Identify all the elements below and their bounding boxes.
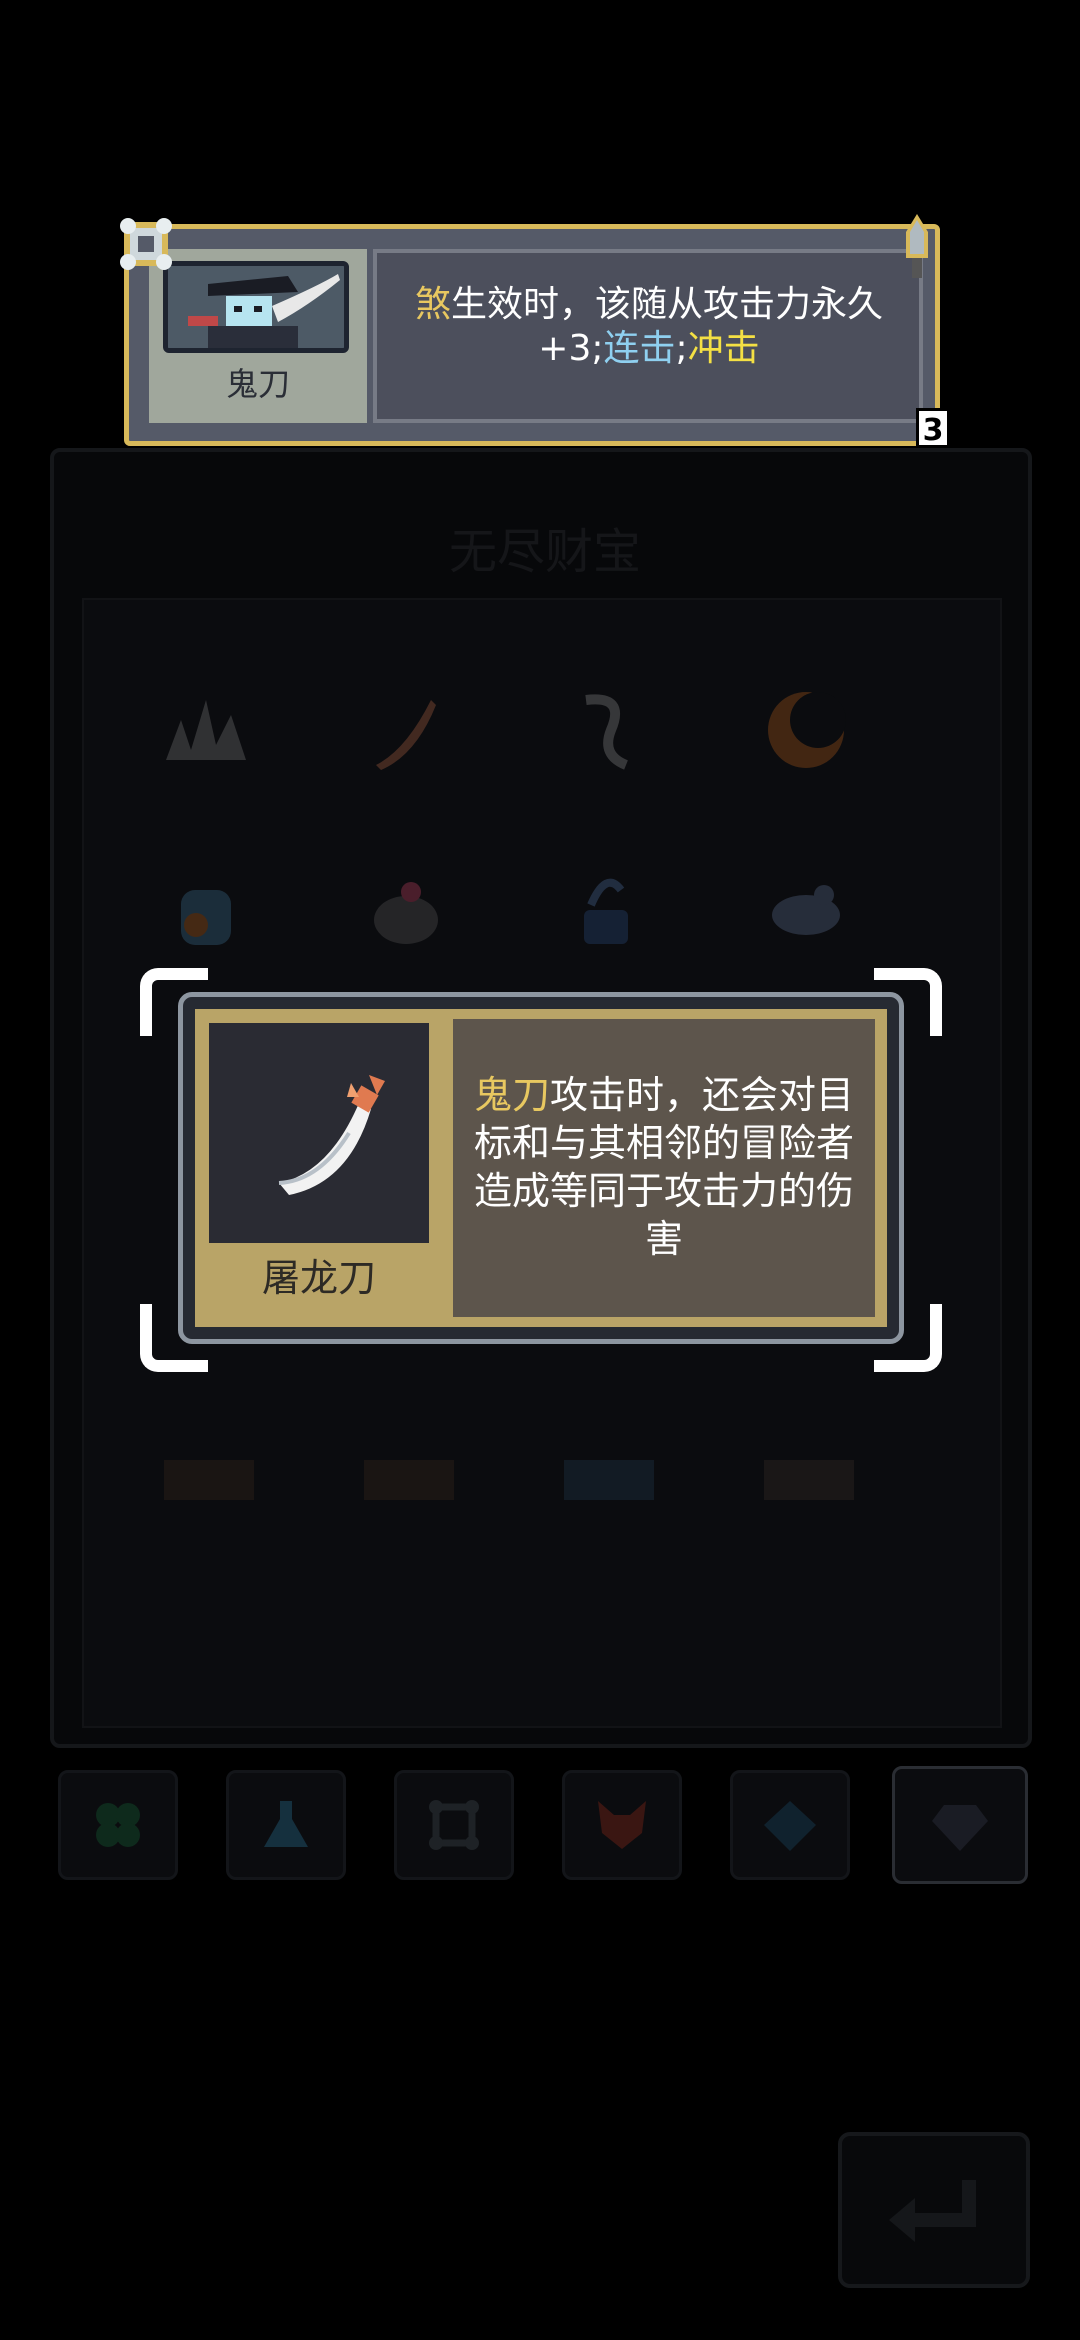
desc-separator: ; [591,328,604,369]
desc-value: +3 [538,328,592,369]
desc-text: 生效时，该随从攻击力永久 [451,284,884,325]
item-slot[interactable] [564,1460,654,1500]
companion-description: 煞生效时，该随从攻击力永久 +3;连击;冲击 [387,283,911,371]
bone-frame-icon [429,1800,479,1850]
sword-emblem-icon [906,214,928,278]
companion-portrait [163,261,349,353]
companion-card: 鬼刀 煞生效时，该随从攻击力永久 +3;连击;冲击 [124,224,940,446]
blade-icon[interactable] [356,680,456,780]
item-detail-card[interactable]: 屠龙刀 鬼刀攻击时，还会对目标和与其相邻的冒险者造成等同于攻击力的伤害 [178,992,904,1344]
count-badge: 3 [916,408,950,448]
desc-owner-keyword: 鬼刀 [473,1073,550,1117]
clover-icon [96,1803,140,1847]
gem-icon [764,1801,816,1851]
cat-icon[interactable] [156,860,256,960]
tab-gem[interactable] [730,1770,850,1880]
rat-icon[interactable] [756,860,856,960]
companion-portrait-panel: 鬼刀 [149,249,367,423]
dragon-slayer-blade-icon [278,1075,385,1195]
panel-title: 无尽财宝 [448,524,641,580]
tab-clover[interactable] [58,1770,178,1880]
item-icon-box [209,1023,429,1243]
bone-cross-icon [120,218,172,270]
desc-separator: ; [675,328,688,369]
item-detail-frame: 屠龙刀 鬼刀攻击时，还会对目标和与其相邻的冒险者造成等同于攻击力的伤害 [195,1009,887,1327]
bird-icon[interactable] [356,860,456,960]
item-desc-panel: 鬼刀攻击时，还会对目标和与其相邻的冒险者造成等同于攻击力的伤害 [453,1019,875,1317]
tab-fox-mask[interactable] [562,1770,682,1880]
cauldron-icon[interactable] [556,860,656,960]
tab-flask[interactable] [226,1770,346,1880]
keyword-impact: 冲击 [687,328,760,369]
flask-icon [264,1801,308,1847]
item-slot[interactable] [364,1460,454,1500]
spikes-icon[interactable] [156,680,256,780]
companion-desc-panel: 煞生效时，该随从攻击力永久 +3;连击;冲击 [373,249,923,423]
keyword-sha: 煞 [414,284,451,325]
item-name: 屠龙刀 [261,1256,376,1300]
crescent-icon[interactable] [756,680,856,780]
hook-icon[interactable] [556,680,656,780]
companion-name: 鬼刀 [225,365,290,403]
item-description: 鬼刀攻击时，还会对目标和与其相邻的冒险者造成等同于攻击力的伤害 [465,1071,863,1263]
back-button[interactable] [838,2132,1030,2288]
item-slot[interactable] [764,1460,854,1500]
ghost-blade-portrait-icon [168,266,344,348]
item-slot[interactable] [164,1460,254,1500]
keyword-combo: 连击 [603,328,676,369]
diamond-icon [932,1805,988,1851]
fox-mask-icon [598,1801,646,1849]
tab-bone-frame[interactable] [394,1770,514,1880]
return-arrow-icon [889,2180,976,2242]
tab-diamond[interactable] [892,1766,1028,1884]
